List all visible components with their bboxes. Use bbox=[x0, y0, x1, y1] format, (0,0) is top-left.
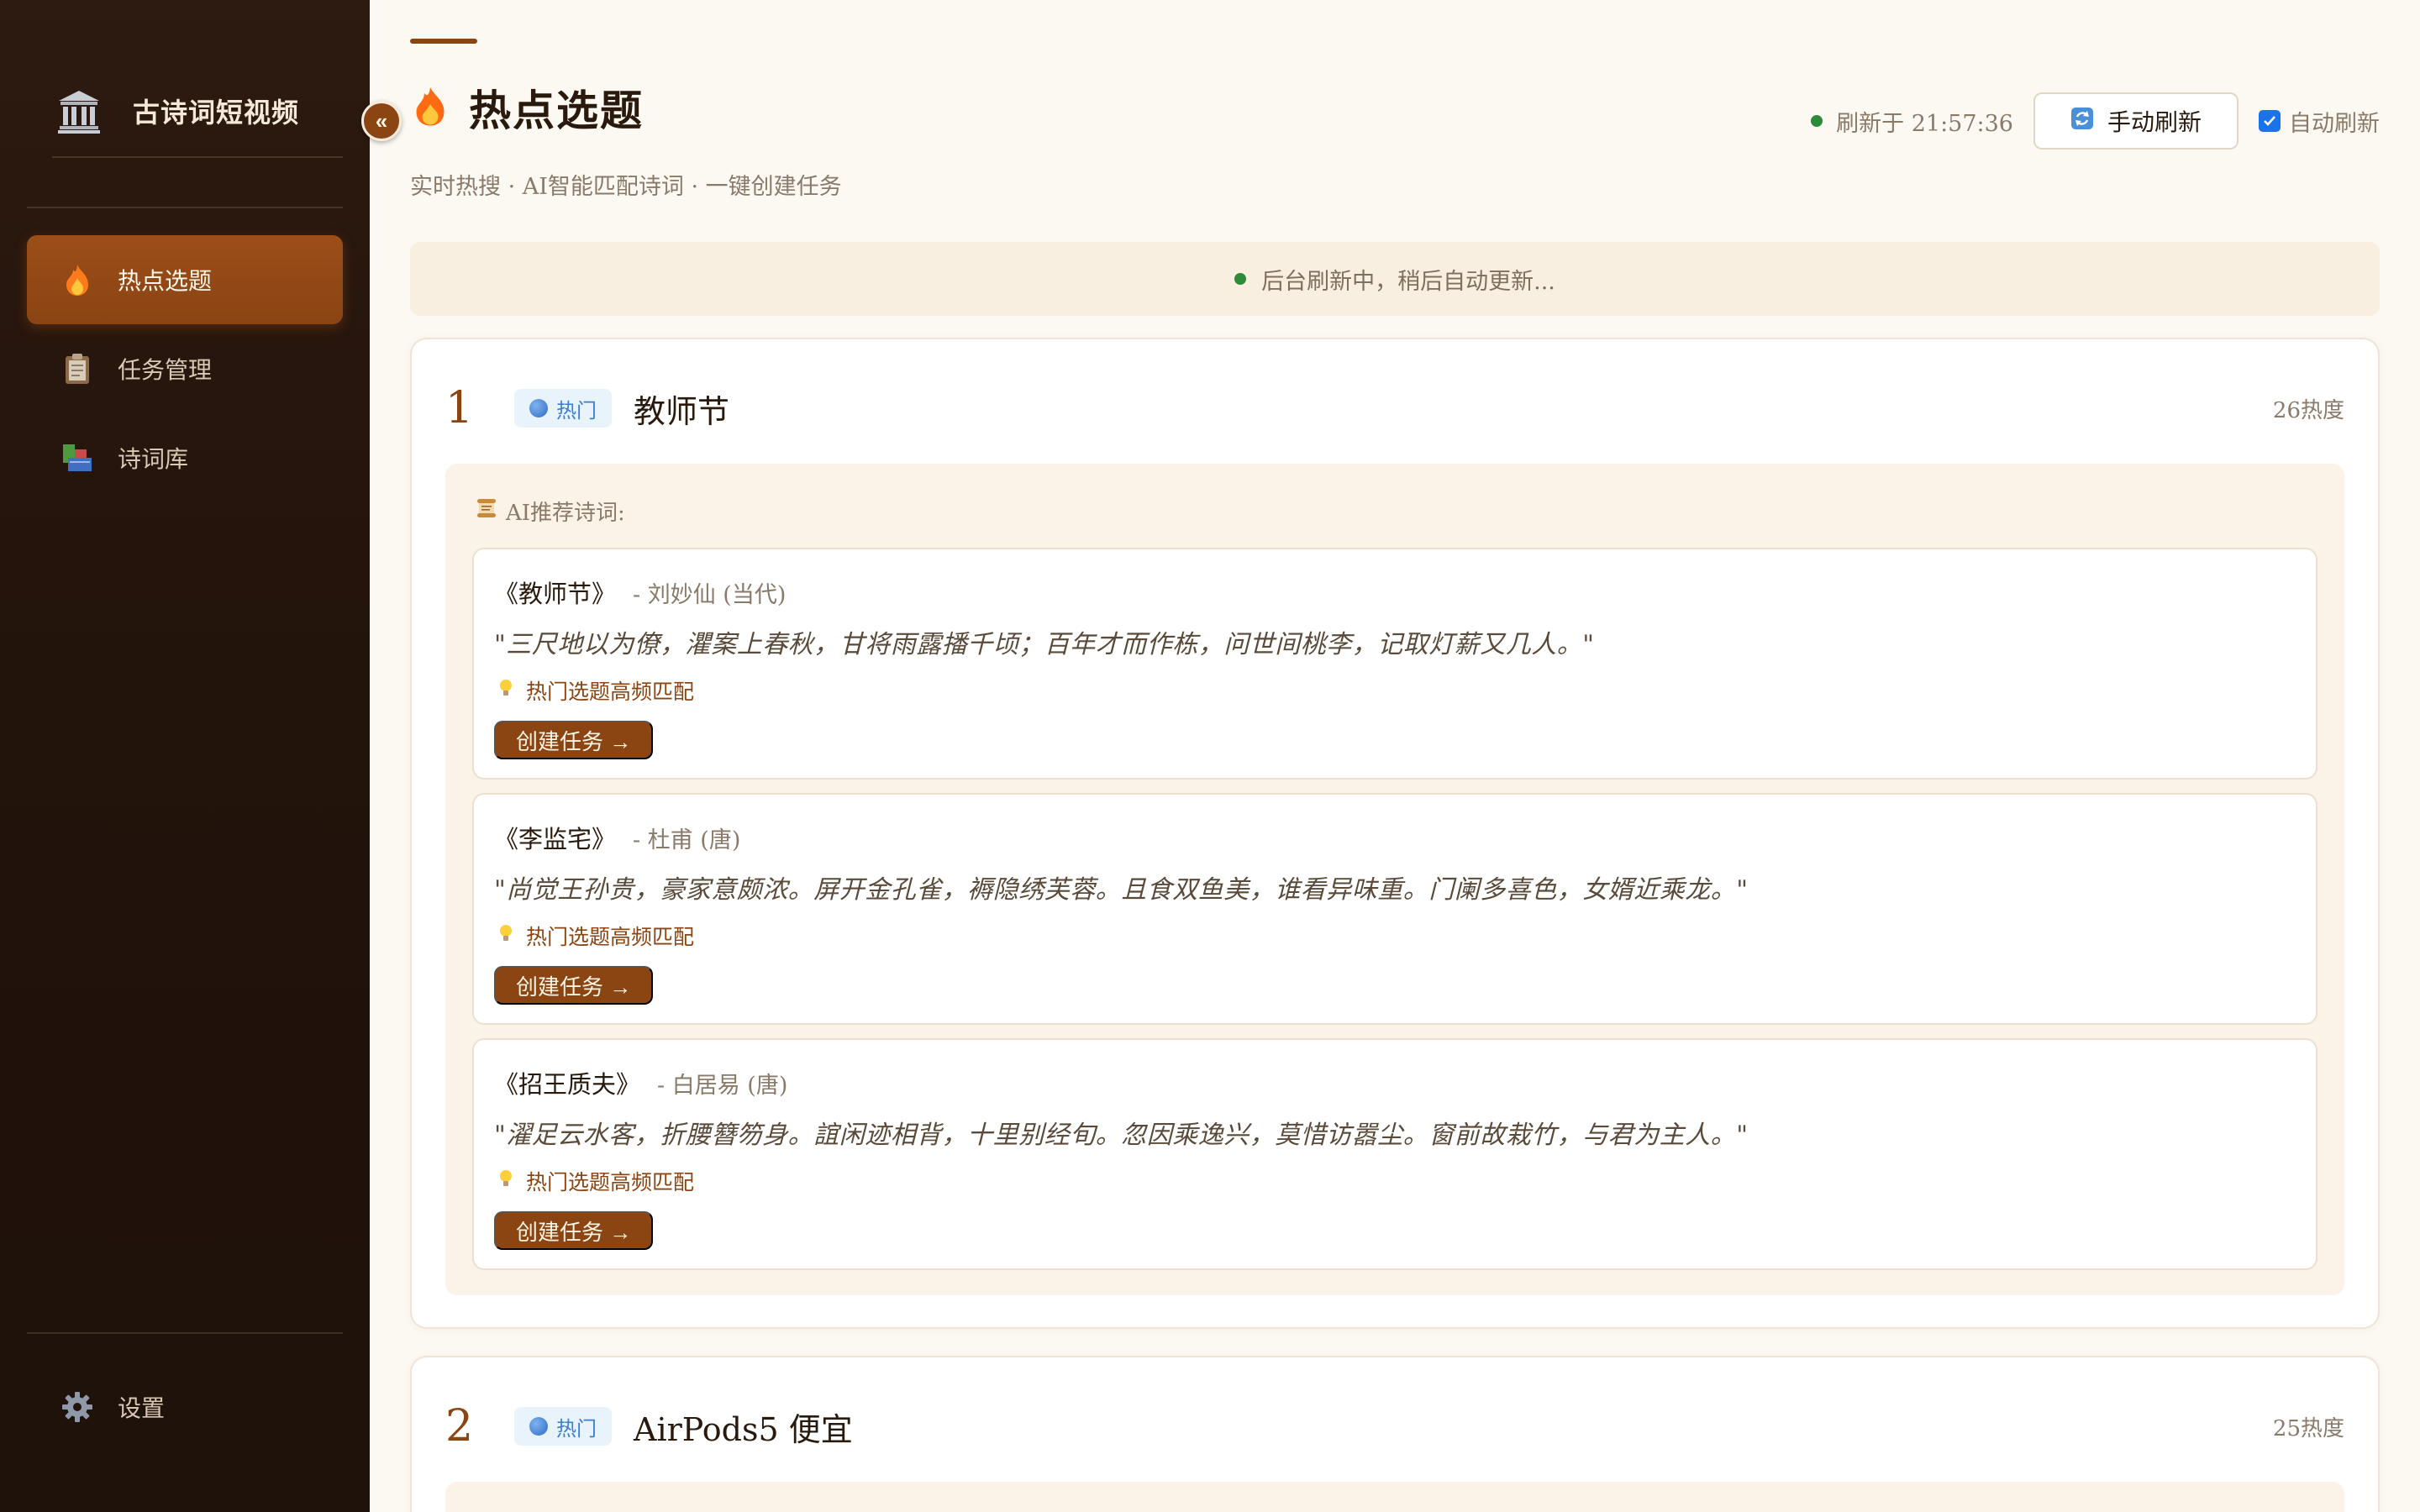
page-header: 热点选题 bbox=[413, 77, 644, 138]
hot-badge-label: 热门 bbox=[556, 1416, 597, 1441]
topic-heat: 26热度 bbox=[2272, 397, 2344, 423]
background-refresh-banner: 后台刷新中，稍后自动更新... bbox=[410, 242, 2380, 316]
topic-rank: 2 bbox=[445, 1401, 474, 1452]
main-content: 热点选题 实时热搜 · AI智能匹配诗词 · 一键创建任务 刷新于 21:57:… bbox=[370, 0, 2420, 1512]
poem-author: - 白居易 (唐) bbox=[657, 1073, 788, 1099]
hot-badge: 热门 bbox=[514, 389, 612, 428]
create-task-button[interactable]: 创建任务 → bbox=[494, 1211, 654, 1250]
match-reason-text: 热门选题高频匹配 bbox=[526, 680, 695, 704]
sidebar-item-settings[interactable]: 设置 bbox=[27, 1362, 343, 1452]
blue-circle-icon bbox=[529, 1417, 548, 1436]
poem-card: 《李监宅》 - 杜甫 (唐) "尚觉王孙贵，豪家意颇浓。屏开金孔雀，褥隐绣芙蓉。… bbox=[472, 793, 2317, 1025]
sidebar-item-label: 诗词库 bbox=[118, 445, 189, 473]
brand-underline bbox=[52, 156, 343, 158]
topic-name: 教师节 bbox=[634, 392, 730, 430]
topic-heat: 25热度 bbox=[2272, 1415, 2344, 1441]
topic-card: 2 热门 AirPods5 便宜 25热度 bbox=[410, 1356, 2380, 1512]
sidebar: 古诗词短视频 热点选题 任务管理 诗词库 设置 bbox=[0, 0, 370, 1512]
sidebar-divider-top bbox=[27, 207, 343, 208]
ai-recommend-label: AI推荐诗词: bbox=[476, 496, 625, 527]
poem-title: 《李监宅》 bbox=[494, 825, 617, 853]
poem-author: - 刘妙仙 (当代) bbox=[633, 582, 786, 608]
topic-header: 2 热门 AirPods5 便宜 25热度 bbox=[445, 1401, 2344, 1452]
sidebar-item-label: 任务管理 bbox=[118, 356, 213, 384]
lightbulb-icon bbox=[497, 923, 514, 948]
sidebar-item-task-management[interactable]: 任务管理 bbox=[27, 324, 343, 413]
poem-lines: "尚觉王孙贵，豪家意颇浓。屏开金孔雀，褥隐绣芙蓉。且食双鱼美，谁看异味重。门阑多… bbox=[494, 875, 1749, 905]
match-reason: 热门选题高频匹配 bbox=[497, 1166, 694, 1196]
topic-rank: 1 bbox=[445, 383, 474, 433]
hot-badge: 热门 bbox=[514, 1407, 612, 1446]
create-task-button[interactable]: 创建任务 → bbox=[494, 721, 654, 759]
collapse-sidebar-button[interactable]: « bbox=[361, 101, 402, 141]
match-reason: 热门选题高频匹配 bbox=[497, 921, 694, 951]
refresh-controls: 刷新于 21:57:36 手动刷新 自动刷新 bbox=[1811, 92, 2380, 150]
topic-header: 1 热门 教师节 26热度 bbox=[445, 383, 2344, 433]
title-accent-bar bbox=[410, 39, 477, 44]
poem-author: - 杜甫 (唐) bbox=[633, 827, 741, 853]
live-status-dot bbox=[1811, 115, 1823, 127]
hot-badge-label: 热门 bbox=[556, 398, 597, 423]
fire-icon bbox=[60, 263, 94, 297]
match-reason-text: 热门选题高频匹配 bbox=[526, 925, 695, 949]
topic-card: 1 热门 教师节 26热度 AI推荐诗词: 《教师节》 - 刘妙仙 (当代) "… bbox=[410, 338, 2380, 1329]
refresh-status: 刷新于 21:57:36 bbox=[1811, 105, 2013, 138]
match-reason: 热门选题高频匹配 bbox=[497, 675, 694, 706]
fire-icon bbox=[413, 85, 447, 130]
lightbulb-icon bbox=[497, 1168, 514, 1194]
sidebar-item-poetry-library[interactable]: 诗词库 bbox=[27, 413, 343, 502]
poem-card: 《教师节》 - 刘妙仙 (当代) "三尺地以为僚，灈案上春秋，甘将雨露播千顷；百… bbox=[472, 548, 2317, 780]
ai-recommendation-panel: AI推荐诗词: 《教师节》 - 刘妙仙 (当代) "三尺地以为僚，灈案上春秋，甘… bbox=[445, 464, 2344, 1295]
ai-recommend-label-text: AI推荐诗词: bbox=[506, 501, 625, 526]
books-icon bbox=[60, 441, 94, 475]
sidebar-item-hot-topics[interactable]: 热点选题 bbox=[27, 235, 343, 324]
topic-name: AirPods5 便宜 bbox=[634, 1410, 853, 1448]
page-title: 热点选题 bbox=[469, 86, 644, 135]
poem-header: 《招王质夫》 - 白居易 (唐) bbox=[494, 1065, 787, 1100]
poem-title: 《教师节》 bbox=[494, 580, 617, 608]
ai-recommendation-panel bbox=[445, 1482, 2344, 1512]
blue-circle-icon bbox=[529, 399, 548, 417]
classical-building-icon bbox=[54, 86, 104, 136]
manual-refresh-button[interactable]: 手动刷新 bbox=[2033, 92, 2238, 150]
poem-header: 《教师节》 - 刘妙仙 (当代) bbox=[494, 575, 786, 610]
sidebar-divider-bottom bbox=[27, 1332, 343, 1334]
auto-refresh-checkbox[interactable] bbox=[2259, 110, 2281, 132]
sidebar-item-label: 设置 bbox=[118, 1394, 166, 1422]
poem-title: 《招王质夫》 bbox=[494, 1070, 641, 1099]
double-chevron-left-icon: « bbox=[375, 108, 388, 134]
brand[interactable]: 古诗词短视频 bbox=[54, 77, 299, 144]
status-dot bbox=[1234, 273, 1247, 285]
lightbulb-icon bbox=[497, 678, 514, 703]
match-reason-text: 热门选题高频匹配 bbox=[526, 1170, 695, 1194]
gear-icon bbox=[60, 1390, 94, 1424]
brand-title: 古诗词短视频 bbox=[133, 97, 300, 129]
refresh-time-text: 刷新于 21:57:36 bbox=[1836, 110, 2013, 137]
page-subtitle: 实时热搜 · AI智能匹配诗词 · 一键创建任务 bbox=[410, 174, 842, 200]
poem-lines: "濯足云水客，折腰簪笏身。誼闲迹相背，十里别经旬。忽因乘逸兴，莫惜访嚣尘。窗前故… bbox=[494, 1121, 1749, 1150]
scroll-icon bbox=[476, 497, 497, 525]
auto-refresh-label: 自动刷新 bbox=[2289, 110, 2380, 137]
poem-lines: "三尺地以为僚，灈案上春秋，甘将雨露播千顷；百年才而作栋，问世间桃李，记取灯薪又… bbox=[494, 630, 1595, 659]
refresh-icon bbox=[2070, 107, 2094, 136]
sidebar-item-label: 热点选题 bbox=[118, 267, 213, 295]
poem-card: 《招王质夫》 - 白居易 (唐) "濯足云水客，折腰簪笏身。誼闲迹相背，十里别经… bbox=[472, 1038, 2317, 1270]
auto-refresh-toggle[interactable]: 自动刷新 bbox=[2259, 105, 2380, 138]
banner-text: 后台刷新中，稍后自动更新... bbox=[1261, 268, 1555, 295]
clipboard-icon bbox=[60, 352, 94, 386]
manual-refresh-label: 手动刷新 bbox=[2107, 109, 2202, 135]
poem-header: 《李监宅》 - 杜甫 (唐) bbox=[494, 820, 740, 855]
create-task-button[interactable]: 创建任务 → bbox=[494, 966, 654, 1005]
